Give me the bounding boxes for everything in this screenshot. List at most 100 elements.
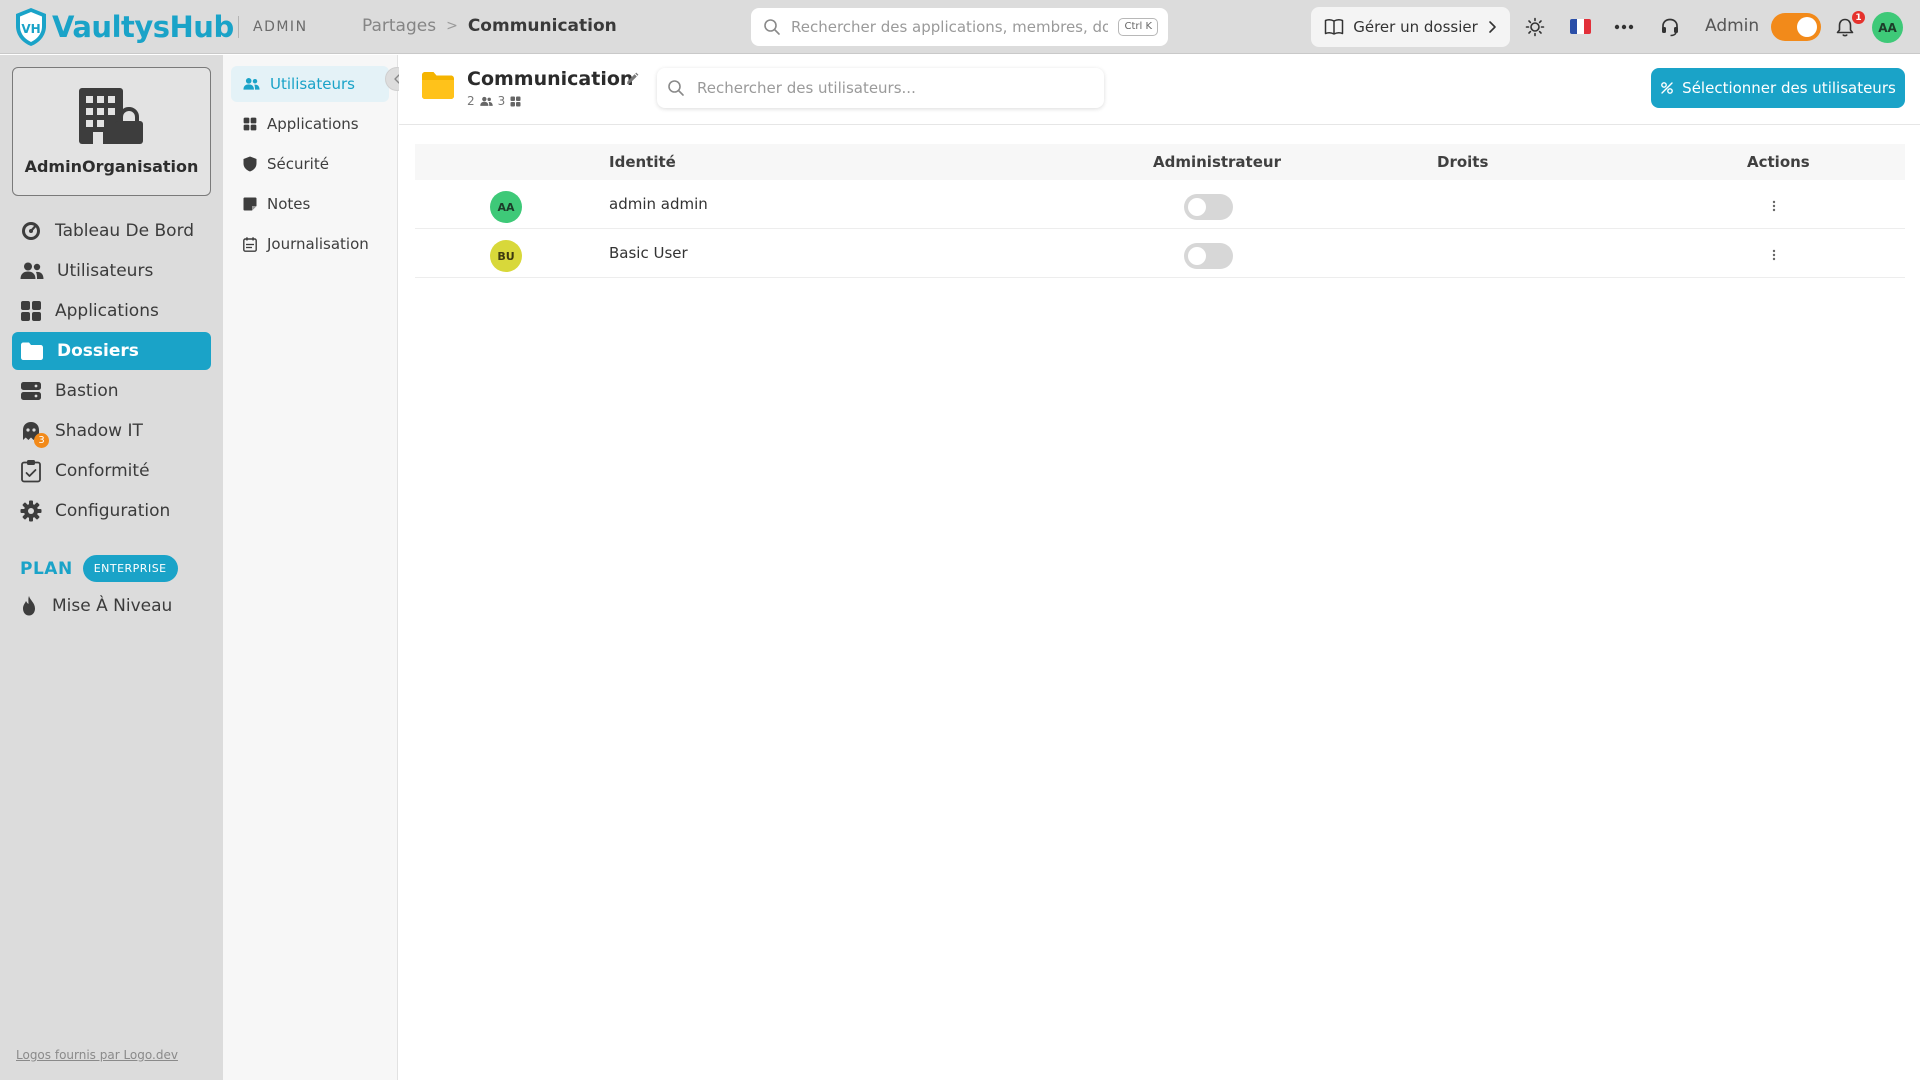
language-fr-flag-icon[interactable] bbox=[1570, 19, 1591, 34]
user-avatar: AA bbox=[490, 191, 522, 223]
book-icon bbox=[1324, 19, 1344, 35]
users-icon bbox=[20, 262, 44, 279]
svg-text:VH: VH bbox=[21, 22, 40, 36]
folder-icon bbox=[422, 72, 454, 99]
sidebar-item-label: Shadow IT bbox=[55, 421, 143, 441]
clipboard-check-icon bbox=[21, 460, 41, 483]
breadcrumb-parent[interactable]: Partages bbox=[362, 14, 436, 38]
sidebar-item-label: Bastion bbox=[55, 381, 119, 401]
user-identity: Basic User bbox=[609, 244, 688, 262]
user-avatar: BU bbox=[490, 240, 522, 272]
plan-badge: ENTERPRISE bbox=[82, 555, 178, 582]
manage-folder-button[interactable]: Gérer un dossier bbox=[1311, 7, 1510, 47]
sidebar-item-applications[interactable]: Applications bbox=[12, 292, 211, 330]
main-nav: Tableau De Bord Utilisateurs Application… bbox=[12, 212, 211, 532]
folder-stats: 2 3 bbox=[467, 94, 521, 108]
organisation-name: AdminOrganisation bbox=[24, 157, 199, 176]
subnav-item-users[interactable]: Utilisateurs bbox=[231, 66, 389, 102]
apps-grid-icon bbox=[21, 301, 41, 321]
table-row[interactable]: AA admin admin bbox=[415, 180, 1905, 229]
user-avatar[interactable]: AA bbox=[1872, 12, 1903, 43]
select-users-label: Sélectionner des utilisateurs bbox=[1682, 79, 1896, 97]
theme-toggle-sun-icon[interactable] bbox=[1521, 13, 1549, 41]
subnav-item-label: Notes bbox=[267, 195, 311, 213]
subnav-item-notes[interactable]: Notes bbox=[231, 186, 389, 222]
support-headset-icon[interactable] bbox=[1656, 13, 1684, 41]
subnav-item-logging[interactable]: Journalisation bbox=[231, 226, 389, 262]
sidebar-item-label: Dossiers bbox=[57, 341, 139, 361]
column-header-rights[interactable]: Droits bbox=[1437, 153, 1488, 171]
brand-logo[interactable]: VH VaultysHub bbox=[14, 6, 234, 48]
shield-logo-icon: VH bbox=[16, 8, 46, 46]
folder-apps-count: 3 bbox=[497, 94, 506, 108]
brand-name: VaultysHub bbox=[52, 10, 234, 44]
subnav-item-label: Applications bbox=[267, 115, 359, 133]
notifications-badge: 1 bbox=[1852, 11, 1865, 24]
admin-mode-toggle[interactable] bbox=[1771, 13, 1821, 41]
toggle-knob bbox=[1188, 247, 1206, 265]
pencil-edit-icon[interactable] bbox=[625, 72, 639, 86]
dashboard-gauge-icon bbox=[22, 222, 40, 240]
column-header-admin[interactable]: Administrateur bbox=[1153, 153, 1281, 171]
folder-subnav: Utilisateurs Applications Sécurité Notes… bbox=[223, 55, 398, 1080]
search-shortcut-hint: Ctrl K bbox=[1118, 18, 1158, 36]
global-search-box[interactable]: Ctrl K bbox=[751, 8, 1168, 46]
top-bar: VH VaultysHub ADMIN Partages > Communica… bbox=[0, 0, 1920, 54]
breadcrumb: Partages > Communication bbox=[362, 14, 617, 38]
subnav-item-label: Journalisation bbox=[267, 235, 369, 253]
sidebar-item-label: Utilisateurs bbox=[57, 261, 154, 281]
main-sidebar: AdminOrganisation Tableau De Bord Utilis… bbox=[0, 55, 223, 1080]
organisation-card[interactable]: AdminOrganisation bbox=[12, 67, 211, 196]
column-header-identity[interactable]: Identité bbox=[609, 153, 676, 171]
search-icon bbox=[764, 19, 780, 35]
table-row[interactable]: BU Basic User bbox=[415, 229, 1905, 278]
breadcrumb-separator: > bbox=[446, 18, 458, 34]
folder-header: Communication 2 3 Sélectionner des utili… bbox=[399, 55, 1920, 125]
user-search-input[interactable] bbox=[697, 79, 1104, 97]
subnav-item-label: Utilisateurs bbox=[270, 75, 355, 93]
plan-info: PLAN ENTERPRISE bbox=[20, 555, 178, 582]
subnav-item-applications[interactable]: Applications bbox=[231, 106, 389, 142]
toggle-knob bbox=[1797, 17, 1817, 37]
users-icon bbox=[243, 78, 260, 90]
admin-toggle[interactable] bbox=[1184, 243, 1233, 269]
row-actions-kebab-icon[interactable] bbox=[1763, 243, 1785, 267]
building-lock-icon bbox=[79, 88, 143, 144]
row-actions-kebab-icon[interactable] bbox=[1763, 194, 1785, 218]
plan-label: PLAN bbox=[20, 558, 73, 579]
select-users-button[interactable]: Sélectionner des utilisateurs bbox=[1651, 68, 1905, 108]
logo-dev-credit-link[interactable]: Logos fournis par Logo.dev bbox=[16, 1048, 178, 1062]
upgrade-link[interactable]: Mise À Niveau bbox=[20, 587, 172, 625]
folder-icon bbox=[21, 342, 43, 360]
apps-grid-icon bbox=[510, 96, 521, 106]
subnav-item-label: Sécurité bbox=[267, 155, 329, 173]
chevron-right-icon bbox=[1488, 21, 1496, 33]
table-header: Identité Administrateur Droits Actions bbox=[415, 144, 1905, 180]
admin-toggle[interactable] bbox=[1184, 194, 1233, 220]
sidebar-item-bastion[interactable]: Bastion bbox=[12, 372, 211, 410]
sidebar-item-label: Configuration bbox=[55, 501, 171, 521]
note-icon bbox=[243, 197, 257, 211]
apps-grid-icon bbox=[243, 117, 257, 131]
users-icon bbox=[479, 96, 493, 106]
global-search-input[interactable] bbox=[791, 18, 1109, 36]
more-dots-icon[interactable] bbox=[1610, 13, 1638, 41]
sidebar-item-folders[interactable]: Dossiers bbox=[12, 332, 211, 370]
main-content: Communication 2 3 Sélectionner des utili… bbox=[399, 55, 1920, 1080]
sidebar-item-dashboard[interactable]: Tableau De Bord bbox=[12, 212, 211, 250]
server-icon bbox=[21, 382, 41, 400]
user-search-box[interactable] bbox=[657, 68, 1104, 108]
breadcrumb-current: Communication bbox=[467, 16, 617, 36]
subnav-item-security[interactable]: Sécurité bbox=[231, 146, 389, 182]
shadow-it-badge: 3 bbox=[34, 433, 49, 448]
folder-title: Communication bbox=[467, 68, 634, 90]
gear-icon bbox=[20, 500, 42, 522]
sidebar-item-compliance[interactable]: Conformité bbox=[12, 452, 211, 490]
sidebar-item-users[interactable]: Utilisateurs bbox=[12, 252, 211, 290]
sidebar-item-configuration[interactable]: Configuration bbox=[12, 492, 211, 530]
search-icon bbox=[668, 80, 684, 96]
user-select-icon bbox=[1661, 82, 1674, 94]
sidebar-item-shadow-it[interactable]: 3 Shadow IT bbox=[12, 412, 211, 450]
flame-icon bbox=[23, 596, 35, 616]
upgrade-label: Mise À Niveau bbox=[52, 596, 173, 616]
